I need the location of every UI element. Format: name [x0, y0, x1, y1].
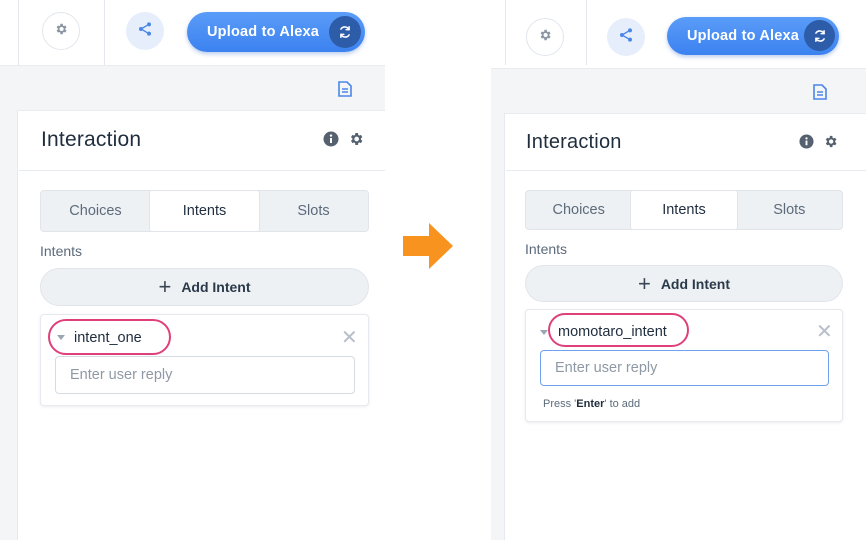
- tab-slots[interactable]: Slots: [737, 191, 842, 229]
- interaction-title: Interaction: [526, 131, 622, 153]
- add-intent-button[interactable]: + Add Intent: [525, 265, 843, 302]
- gear-icon: [538, 28, 552, 47]
- top-toolbar: Upload to Alexa: [491, 0, 866, 65]
- tab-intents[interactable]: Intents: [150, 191, 259, 231]
- plus-icon: +: [637, 270, 651, 296]
- close-icon[interactable]: ✕: [341, 328, 358, 348]
- header-icons: [323, 131, 364, 152]
- document-icon[interactable]: [338, 81, 352, 97]
- sync-icon[interactable]: [804, 20, 835, 51]
- interaction-tabs: Choices Intents Slots: [525, 190, 843, 230]
- intents-section-label: Intents: [40, 243, 83, 259]
- divider: [506, 170, 866, 171]
- hint-key: Enter: [576, 398, 605, 410]
- info-icon[interactable]: [323, 131, 339, 152]
- gear-icon[interactable]: [823, 134, 838, 154]
- hint-suffix: ' to add: [604, 398, 641, 410]
- hint-prefix: Press ': [543, 398, 577, 410]
- gear-icon: [54, 22, 68, 41]
- document-icon[interactable]: [813, 84, 827, 100]
- upload-label: Upload to Alexa: [687, 28, 800, 44]
- tab-slots[interactable]: Slots: [259, 191, 368, 231]
- tab-choices[interactable]: Choices: [41, 191, 150, 231]
- upload-label: Upload to Alexa: [207, 24, 320, 40]
- plus-icon: +: [158, 274, 172, 299]
- share-icon: [618, 27, 634, 48]
- toolbar-divider: [586, 0, 587, 65]
- toolbar-divider: [104, 0, 105, 65]
- divider: [19, 170, 385, 171]
- intent-card: momotaro_intent ✕ Enter user reply Press…: [525, 309, 843, 422]
- before-panel: Upload to Alexa Interaction Choices Inte…: [0, 0, 385, 540]
- toolbar-divider: [505, 0, 506, 65]
- highlight-annotation: [48, 319, 171, 355]
- gear-icon[interactable]: [348, 131, 364, 152]
- arrow-right-icon: [403, 223, 453, 274]
- add-intent-label: Add Intent: [660, 275, 731, 292]
- info-icon[interactable]: [799, 134, 814, 154]
- interaction-title: Interaction: [41, 128, 142, 151]
- after-panel: Upload to Alexa Interaction Choices Inte…: [491, 0, 866, 540]
- close-icon[interactable]: ✕: [816, 322, 833, 342]
- enter-hint: Press 'Enter' to add: [543, 398, 640, 410]
- share-button[interactable]: [607, 18, 645, 56]
- add-intent-button[interactable]: + Add Intent: [40, 268, 369, 306]
- upload-to-alexa-button[interactable]: Upload to Alexa: [187, 12, 365, 52]
- secondary-toolbar: [0, 65, 385, 111]
- intent-card: intent_one ✕ Enter user reply: [40, 314, 369, 406]
- header-icons: [799, 134, 838, 154]
- highlight-annotation: [548, 313, 689, 347]
- settings-button[interactable]: [526, 18, 564, 56]
- share-button[interactable]: [126, 12, 164, 50]
- share-icon: [137, 21, 153, 42]
- settings-button[interactable]: [42, 12, 80, 50]
- user-reply-input[interactable]: Enter user reply: [540, 350, 829, 386]
- side-rail: [0, 110, 18, 540]
- intents-section-label: Intents: [525, 241, 568, 257]
- secondary-toolbar: [491, 68, 866, 114]
- user-reply-input[interactable]: Enter user reply: [55, 356, 355, 394]
- interaction-tabs: Choices Intents Slots: [40, 190, 369, 232]
- side-rail: [491, 113, 505, 540]
- tab-intents[interactable]: Intents: [631, 191, 737, 229]
- upload-to-alexa-button[interactable]: Upload to Alexa: [667, 17, 839, 55]
- sync-icon[interactable]: [329, 16, 361, 48]
- chevron-down-icon[interactable]: [540, 330, 548, 335]
- toolbar-divider: [18, 0, 19, 65]
- add-intent-label: Add Intent: [181, 279, 251, 295]
- tab-choices[interactable]: Choices: [526, 191, 631, 229]
- top-toolbar: Upload to Alexa: [0, 0, 385, 65]
